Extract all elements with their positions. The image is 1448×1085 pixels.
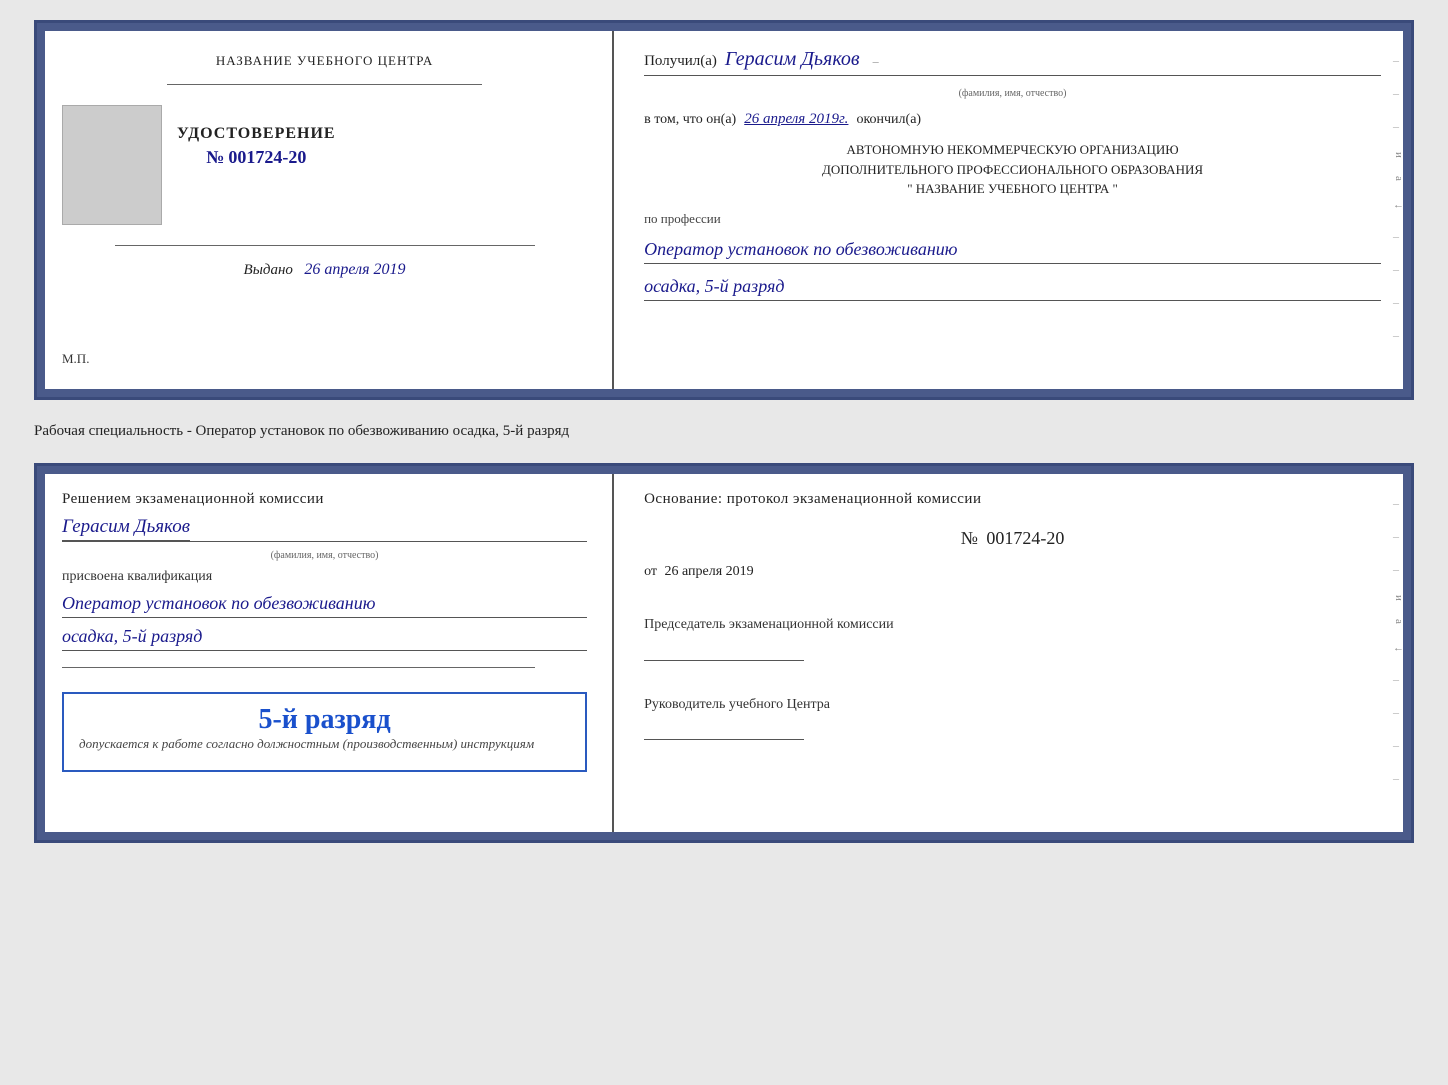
org-text-line3: " НАЗВАНИЕ УЧЕБНОГО ЦЕНТРА " xyxy=(644,179,1381,199)
stamp-box: 5-й разряд допускается к работе согласно… xyxy=(62,692,587,772)
protocol-number-prefix: № xyxy=(961,528,978,548)
bottom-cert-right: Основание: протокол экзаменационной коми… xyxy=(614,466,1411,840)
bottom-deco-marks: – – – и а ← – – – – xyxy=(1393,496,1405,786)
specialty-label: Рабочая специальность - Оператор установ… xyxy=(34,418,1414,445)
decision-title: Решением экзаменационной комиссии xyxy=(62,491,587,508)
top-certificate: НАЗВАНИЕ УЧЕБНОГО ЦЕНТРА УДОСТОВЕРЕНИЕ №… xyxy=(34,20,1414,400)
cert-number-prefix: № xyxy=(206,147,224,167)
profession-value: Оператор установок по обезвоживанию xyxy=(644,239,1381,264)
received-label: Получил(а) xyxy=(644,53,717,70)
top-cert-left: НАЗВАНИЕ УЧЕБНОГО ЦЕНТРА УДОСТОВЕРЕНИЕ №… xyxy=(37,23,614,397)
photo-cert-block: УДОСТОВЕРЕНИЕ № 001724-20 xyxy=(62,105,587,225)
protocol-number-value: 001724-20 xyxy=(986,528,1064,548)
chairman-label: Председатель экзаменационной комиссии xyxy=(644,615,1381,635)
org-text: АВТОНОМНУЮ НЕКОММЕРЧЕСКУЮ ОРГАНИЗАЦИЮ ДО… xyxy=(644,140,1381,199)
recipient-subtitle: (фамилия, имя, отчество) xyxy=(644,88,1381,99)
cert-number: № 001724-20 xyxy=(177,147,336,168)
issued-label: Выдано xyxy=(244,262,293,278)
org-text-line2: ДОПОЛНИТЕЛЬНОГО ПРОФЕССИОНАЛЬНОГО ОБРАЗО… xyxy=(644,160,1381,180)
org-name-title: НАЗВАНИЕ УЧЕБНОГО ЦЕНТРА xyxy=(216,53,433,69)
name-subtitle: (фамилия, имя, отчество) xyxy=(62,550,587,561)
cert-title-block: УДОСТОВЕРЕНИЕ № 001724-20 xyxy=(177,125,336,168)
date-prefix: от xyxy=(644,564,657,579)
subgrade-value: осадка, 5-й разряд xyxy=(644,276,1381,301)
assigned-label: присвоена квалификация xyxy=(62,569,587,585)
recipient-block: Получил(а) Герасим Дьяков – xyxy=(644,48,1381,76)
protocol-date-value: 26 апреля 2019 xyxy=(665,564,754,579)
mp-label: М.П. xyxy=(62,351,89,367)
photo-placeholder xyxy=(62,105,162,225)
page-wrapper: НАЗВАНИЕ УЧЕБНОГО ЦЕНТРА УДОСТОВЕРЕНИЕ №… xyxy=(34,20,1414,843)
chairman-signature-line xyxy=(644,643,804,661)
bottom-name-block: Герасим Дьяков xyxy=(62,516,587,542)
bottom-certificate: Решением экзаменационной комиссии Гераси… xyxy=(34,463,1414,843)
in-tom-block: в том, что он(а) 26 апреля 2019г. окончи… xyxy=(644,111,1381,128)
bottom-grade: осадка, 5-й разряд xyxy=(62,626,587,651)
director-block: Руководитель учебного Центра xyxy=(644,695,1381,745)
deco-marks: – – – и а ← – – – – xyxy=(1393,53,1405,343)
protocol-date: от 26 апреля 2019 xyxy=(644,564,1381,580)
director-label: Руководитель учебного Центра xyxy=(644,695,1381,715)
in-tom-label: в том, что он(а) xyxy=(644,112,736,128)
basis-label: Основание: протокол экзаменационной коми… xyxy=(644,491,1381,508)
stamp-desc: допускается к работе согласно должностны… xyxy=(79,736,570,752)
issued-date: 26 апреля 2019 xyxy=(304,261,405,278)
stamp-grade: 5-й разряд xyxy=(79,704,570,736)
bottom-name: Герасим Дьяков xyxy=(62,516,190,541)
protocol-number: № 001724-20 xyxy=(644,528,1381,549)
top-cert-right: Получил(а) Герасим Дьяков – (фамилия, им… xyxy=(614,23,1411,397)
org-text-line1: АВТОНОМНУЮ НЕКОММЕРЧЕСКУЮ ОРГАНИЗАЦИЮ xyxy=(644,140,1381,160)
handwritten-date: 26 апреля 2019г. xyxy=(744,111,848,128)
bottom-profession: Оператор установок по обезвоживанию xyxy=(62,593,587,618)
issued-line: Выдано 26 апреля 2019 xyxy=(244,261,406,279)
recipient-name: Герасим Дьяков xyxy=(725,48,860,71)
director-signature-line xyxy=(644,722,804,740)
profession-label: по профессии xyxy=(644,211,1381,227)
bottom-cert-left: Решением экзаменационной комиссии Гераси… xyxy=(37,466,614,840)
cert-title: УДОСТОВЕРЕНИЕ xyxy=(177,125,336,143)
cert-number-value: 001724-20 xyxy=(228,147,306,167)
okonchil-label: окончил(а) xyxy=(856,112,921,128)
chairman-block: Председатель экзаменационной комиссии xyxy=(644,615,1381,665)
